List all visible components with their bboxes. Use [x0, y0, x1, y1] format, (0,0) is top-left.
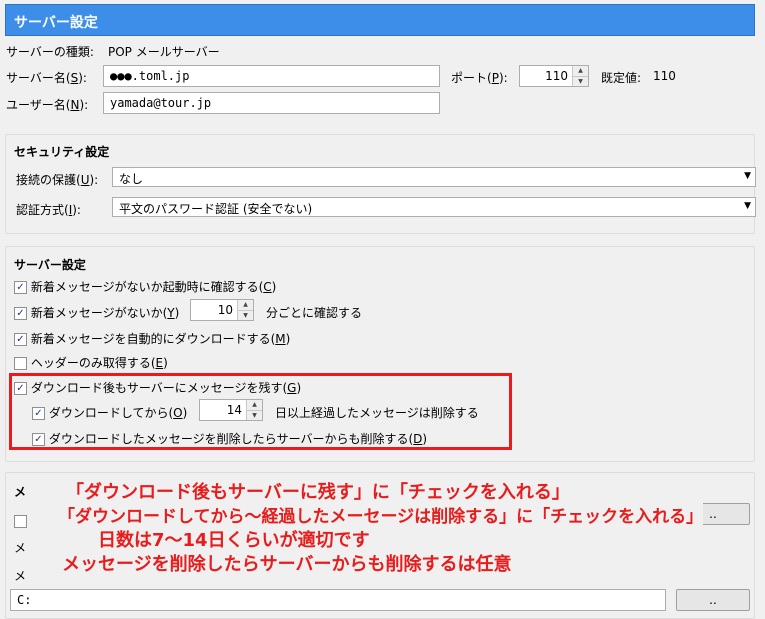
- spin-up-icon[interactable]: ▲: [573, 66, 588, 76]
- chevron-down-icon: ▼: [744, 171, 751, 181]
- server-type-value: POP メールサーバー: [108, 45, 220, 59]
- spin-up-icon[interactable]: ▲: [247, 400, 262, 410]
- days-stepper[interactable]: 14 ▲ ▼: [199, 399, 263, 421]
- storage-path-input[interactable]: C:: [10, 589, 666, 611]
- checkbox-row-headers-only[interactable]: ヘッダーのみ取得する(E): [14, 354, 168, 371]
- checkbox-row-interval[interactable]: ✓ 新着メッセージがないか(Y): [14, 304, 179, 321]
- connection-security-label: 接続の保護(U):: [16, 173, 99, 187]
- check-icon: ✓: [16, 308, 25, 319]
- spin-up-icon[interactable]: ▲: [238, 300, 253, 310]
- check-icon: ✓: [16, 282, 25, 293]
- port-label: ポート(P):: [451, 71, 508, 85]
- spin-down-icon[interactable]: ▼: [573, 76, 588, 86]
- default-port-label: 既定値:: [601, 71, 642, 85]
- storage-row2-label: メ: [14, 569, 27, 583]
- check-icon: ✓: [16, 334, 25, 345]
- default-port-value: 110: [653, 69, 676, 83]
- annotation-line-3: 日数は7〜14日くらいが適切です: [98, 526, 370, 552]
- days-value: 14: [226, 403, 242, 417]
- days-suffix: 日以上経過したメッセージは削除する: [275, 406, 479, 420]
- spin-down-icon[interactable]: ▼: [247, 410, 262, 420]
- auth-method-label: 認証方式(I):: [16, 203, 81, 217]
- check-icon: ✓: [34, 434, 43, 445]
- section-header: サーバー設定: [5, 4, 755, 36]
- checkbox[interactable]: ✓: [14, 333, 27, 346]
- annotation-line-1: 「ダウンロード後もサーバーに残す」に「チェックを入れる」: [66, 478, 570, 504]
- checkbox[interactable]: ✓: [14, 307, 27, 320]
- interval-value: 10: [217, 303, 233, 317]
- browse-button-2[interactable]: ..: [676, 589, 750, 611]
- checkbox-row-delete-from-server[interactable]: ✓ ダウンロードしたメッセージを削除したらサーバーからも削除する(D): [32, 430, 427, 447]
- checkbox-row-autodownload[interactable]: ✓ 新着メッセージを自動的にダウンロードする(M): [14, 330, 290, 347]
- checkbox[interactable]: ✓: [32, 433, 45, 446]
- connection-security-select[interactable]: なし ▼: [112, 167, 756, 187]
- annotation-line-4: メッセージを削除したらサーバーからも削除するは任意: [62, 550, 512, 576]
- server-settings-title: サーバー設定: [14, 258, 86, 272]
- user-name-label: ユーザー名(N):: [6, 98, 89, 112]
- checkbox[interactable]: [14, 515, 27, 528]
- auth-method-value: 平文のパスワード認証 (安全でない): [119, 202, 313, 216]
- checkbox-row-leave-on-server[interactable]: ✓ ダウンロード後もサーバーにメッセージを残す(G): [14, 379, 301, 396]
- security-group: セキュリティ設定 接続の保護(U): なし ▼ 認証方式(I): 平文のパスワー…: [5, 134, 756, 234]
- checkbox-row-startup[interactable]: ✓ 新着メッセージがないか起動時に確認する(C): [14, 278, 276, 295]
- server-name-label: サーバー名(S):: [6, 71, 87, 85]
- section-header-title: サーバー設定: [14, 15, 98, 31]
- storage-path-value: C:: [17, 593, 32, 607]
- server-name-input[interactable]: ●●●.toml.jp: [103, 65, 440, 87]
- checkbox-row-delete-after[interactable]: ✓ ダウンロードしてから(O): [32, 404, 187, 421]
- storage-title: メ: [14, 485, 27, 499]
- interval-stepper[interactable]: 10 ▲ ▼: [190, 299, 254, 321]
- check-icon: ✓: [16, 383, 25, 394]
- user-name-value: yamada@tour.jp: [110, 96, 212, 110]
- user-name-input[interactable]: yamada@tour.jp: [103, 92, 440, 114]
- checkbox[interactable]: [14, 357, 27, 370]
- server-type-label: サーバーの種類:: [6, 45, 94, 59]
- port-stepper[interactable]: 110 ▲ ▼: [519, 65, 589, 87]
- chevron-down-icon: ▼: [744, 201, 751, 211]
- server-name-value: ●●●.toml.jp: [110, 69, 190, 83]
- port-value: 110: [545, 69, 568, 83]
- security-title: セキュリティ設定: [14, 145, 110, 159]
- checkbox[interactable]: ✓: [14, 281, 27, 294]
- check-icon: ✓: [34, 408, 43, 419]
- connection-security-value: なし: [119, 172, 144, 186]
- interval-suffix: 分ごとに確認する: [266, 306, 363, 320]
- storage-row1-label: メ: [14, 541, 27, 555]
- annotation-line-2: 「ダウンロードしてから〜経過したメーセージは削除する」に「チェックを入れる」: [58, 502, 704, 527]
- spin-down-icon[interactable]: ▼: [238, 310, 253, 320]
- auth-method-select[interactable]: 平文のパスワード認証 (安全でない) ▼: [112, 197, 756, 217]
- checkbox[interactable]: ✓: [14, 382, 27, 395]
- checkbox[interactable]: ✓: [32, 407, 45, 420]
